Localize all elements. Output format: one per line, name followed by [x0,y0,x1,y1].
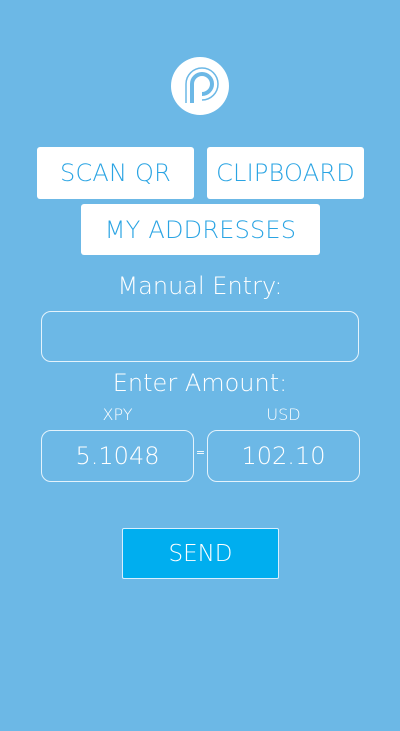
usd-amount-input[interactable] [207,430,360,482]
usd-currency-label: USD [266,405,301,424]
xpy-amount-input[interactable] [41,430,194,482]
manual-entry-input[interactable] [41,311,359,362]
send-button[interactable]: SEND [122,528,279,579]
xpy-currency-label: XPY [102,405,133,424]
manual-entry-label: Manual Entry: [117,272,283,300]
my-addresses-button[interactable]: MY ADDRESSES [81,204,320,255]
clipboard-button[interactable]: CLIPBOARD [207,147,364,199]
p-logo-icon [171,57,229,115]
equals-sign: = [195,446,206,459]
scan-qr-button[interactable]: SCAN QR [37,147,194,199]
enter-amount-label: Enter Amount: [112,369,288,397]
send-screen: SCAN QR CLIPBOARD MY ADDRESSES Manual En… [0,0,400,731]
